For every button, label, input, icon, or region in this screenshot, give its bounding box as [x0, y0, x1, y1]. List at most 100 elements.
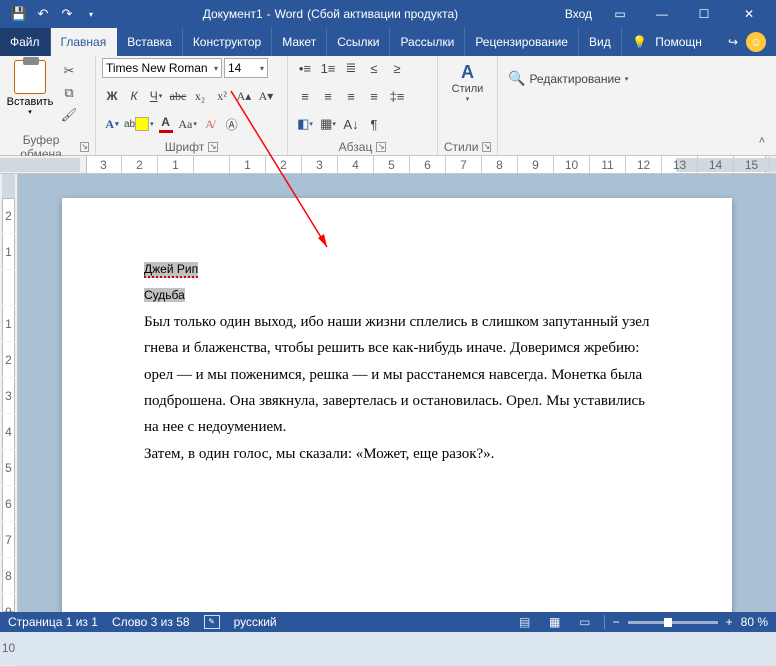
italic-button[interactable]: К	[124, 86, 144, 106]
quick-access-toolbar: 💾 ↶ ↷ ▾	[0, 3, 102, 25]
font-name-combo[interactable]: Times New Roman▾	[102, 58, 222, 78]
font-size-combo[interactable]: 14▾	[224, 58, 268, 78]
group-font: Times New Roman▾ 14▾ Ж К Ч▾ abc x₂ x² A▴…	[96, 56, 288, 155]
horizontal-ruler[interactable]: ⌐ 3211234567891011121314151617	[0, 156, 776, 174]
numbering-button[interactable]: 1≡	[317, 58, 339, 78]
doc-name: Документ1	[203, 7, 263, 21]
change-case-button[interactable]: Aa▾	[178, 114, 198, 134]
subscript-button[interactable]: x₂	[190, 86, 210, 106]
login-button[interactable]: Вход	[559, 0, 598, 28]
zoom-slider[interactable]	[628, 621, 718, 624]
search-icon: 🔍	[508, 70, 525, 87]
align-center-button[interactable]: ≡	[317, 86, 339, 106]
tab-view[interactable]: Вид	[579, 28, 622, 56]
doc-body-1[interactable]: Был только один выход, ибо наши жизни сп…	[144, 309, 654, 441]
word-count[interactable]: Слово 3 из 58	[112, 615, 190, 629]
document-area[interactable]: Джей Рип Судьба Был только один выход, и…	[18, 174, 776, 612]
format-painter-button[interactable]: 🖌	[58, 106, 80, 124]
title-bar: 💾 ↶ ↷ ▾ Документ1 - Word (Сбой активации…	[0, 0, 776, 28]
align-left-button[interactable]: ≡	[294, 86, 316, 106]
activation-status: (Сбой активации продукта)	[307, 7, 458, 21]
find-button[interactable]: 🔍 Редактирование ▾	[504, 58, 632, 87]
copy-button[interactable]: ⧉	[58, 84, 80, 102]
collapse-ribbon-button[interactable]: ˄	[754, 135, 770, 151]
tab-home[interactable]: Главная	[51, 28, 118, 56]
print-layout-button[interactable]: ▦	[544, 614, 566, 630]
tab-design[interactable]: Конструктор	[183, 28, 272, 56]
clipboard-dialog-launcher[interactable]: ↘	[80, 142, 89, 152]
app-name: Word	[275, 7, 303, 21]
tab-references[interactable]: Ссылки	[327, 28, 390, 56]
phonetic-guide-button[interactable]: Ⓐ	[222, 114, 242, 134]
line-spacing-button[interactable]: ‡≡	[386, 86, 408, 106]
shrink-font-button[interactable]: A▾	[256, 86, 276, 106]
styles-dialog-launcher[interactable]: ↘	[482, 142, 491, 152]
group-paragraph: •≡ 1≡ ≣ ≤ ≥ ≡ ≡ ≡ ≡ ‡≡ ◧▾ ▦▾ A↓ ¶ Абзац↘	[288, 56, 438, 155]
tab-insert[interactable]: Вставка	[117, 28, 183, 56]
page-indicator[interactable]: Страница 1 из 1	[8, 615, 98, 629]
ribbon: Вставить ▾ ✂ ⧉ 🖌 Буфер обмена↘ Times New…	[0, 56, 776, 156]
paste-icon	[14, 60, 46, 94]
close-button[interactable]: ✕	[726, 0, 772, 28]
zoom-out-button[interactable]: −	[613, 615, 620, 629]
highlight-button[interactable]: ab▾	[124, 114, 154, 134]
window-title: Документ1 - Word (Сбой активации продукт…	[102, 7, 559, 21]
show-marks-button[interactable]: ¶	[363, 114, 385, 134]
font-color-button[interactable]: A	[156, 114, 176, 134]
status-bar: Страница 1 из 1 Слово 3 из 58 ✎ русский …	[0, 612, 776, 632]
share-button[interactable]: ↪	[728, 35, 738, 49]
styles-button[interactable]: A Стили ▾	[449, 62, 487, 102]
maximize-button[interactable]: ☐	[684, 0, 724, 28]
tab-layout[interactable]: Макет	[272, 28, 327, 56]
zoom-level[interactable]: 80 %	[741, 615, 768, 629]
page[interactable]: Джей Рип Судьба Был только один выход, и…	[62, 198, 732, 612]
paste-button[interactable]: Вставить ▾	[6, 58, 54, 116]
doc-subtitle-line[interactable]: Судьба	[144, 282, 716, 308]
underline-button[interactable]: Ч▾	[146, 86, 166, 106]
save-button[interactable]: 💾	[8, 3, 30, 25]
multilevel-button[interactable]: ≣	[340, 58, 362, 78]
sort-button[interactable]: A↓	[340, 114, 362, 134]
group-styles: A Стили ▾ Стили↘	[438, 56, 498, 155]
justify-button[interactable]: ≡	[363, 86, 385, 106]
ribbon-display-options[interactable]: ▭	[600, 0, 640, 28]
qat-customize[interactable]: ▾	[80, 3, 102, 25]
paragraph-dialog-launcher[interactable]: ↘	[376, 142, 386, 152]
shading-button[interactable]: ◧▾	[294, 114, 316, 134]
account-icon[interactable]: ☺	[746, 32, 766, 52]
group-clipboard: Вставить ▾ ✂ ⧉ 🖌 Буфер обмена↘	[0, 56, 96, 155]
tell-me-icon: 💡	[632, 35, 647, 49]
web-layout-button[interactable]: ▭	[574, 614, 596, 630]
font-dialog-launcher[interactable]: ↘	[208, 142, 218, 152]
bold-button[interactable]: Ж	[102, 86, 122, 106]
spellcheck-icon[interactable]: ✎	[204, 615, 220, 629]
doc-body-2[interactable]: Затем, в один голос, мы сказали: «Может,…	[144, 441, 654, 467]
language-indicator[interactable]: русский	[234, 615, 277, 629]
vertical-ruler[interactable]: 2112345678910	[0, 174, 18, 612]
superscript-button[interactable]: x²	[212, 86, 232, 106]
zoom-in-button[interactable]: +	[726, 615, 733, 629]
align-right-button[interactable]: ≡	[340, 86, 362, 106]
borders-button[interactable]: ▦▾	[317, 114, 339, 134]
window-controls: Вход ▭ — ☐ ✕	[559, 0, 776, 28]
bullets-button[interactable]: •≡	[294, 58, 316, 78]
tab-mailings[interactable]: Рассылки	[390, 28, 465, 56]
minimize-button[interactable]: —	[642, 0, 682, 28]
cut-button[interactable]: ✂	[58, 62, 80, 80]
strike-button[interactable]: abc	[168, 86, 188, 106]
increase-indent-button[interactable]: ≥	[386, 58, 408, 78]
grow-font-button[interactable]: A▴	[234, 86, 254, 106]
group-editing: 🔍 Редактирование ▾	[498, 56, 618, 155]
undo-button[interactable]: ↶	[32, 3, 54, 25]
doc-title-line[interactable]: Джей Рип	[144, 256, 716, 282]
ribbon-tabs: Файл Главная Вставка Конструктор Макет С…	[0, 28, 776, 56]
read-mode-button[interactable]: ▤	[514, 614, 536, 630]
tab-file[interactable]: Файл	[0, 28, 51, 56]
tell-me-input[interactable]: Помощн	[655, 35, 702, 49]
decrease-indent-button[interactable]: ≤	[363, 58, 385, 78]
text-effects-button[interactable]: A▾	[102, 114, 122, 134]
redo-button[interactable]: ↷	[56, 3, 78, 25]
clear-format-button[interactable]: A̸	[200, 114, 220, 134]
workspace: 2112345678910 Джей Рип Судьба Был только…	[0, 174, 776, 612]
tab-review[interactable]: Рецензирование	[465, 28, 579, 56]
